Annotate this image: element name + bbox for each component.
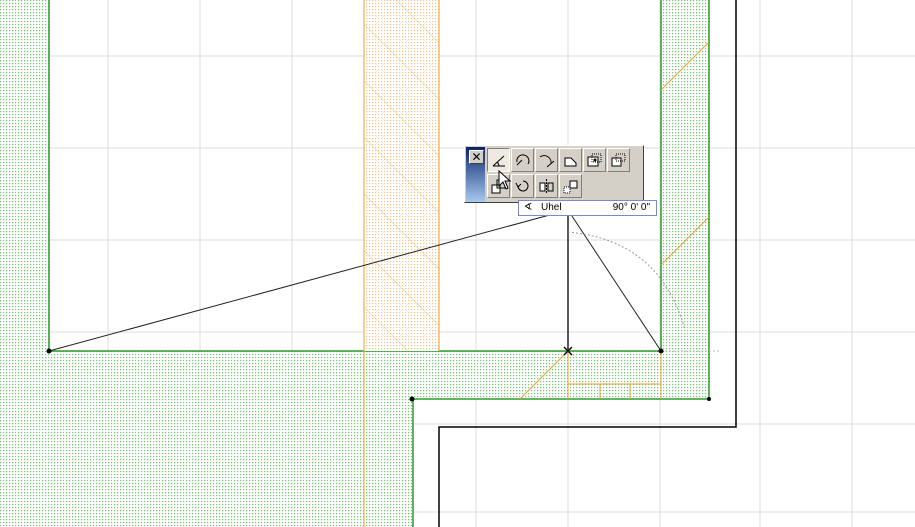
arc-icon (516, 153, 530, 165)
snap-point-icon (611, 153, 626, 166)
mirror-icon (539, 178, 554, 194)
tool-multiply[interactable] (559, 174, 582, 198)
tracker-value: 90° 0' 0" (612, 202, 650, 213)
tool-snap-center[interactable] (583, 148, 606, 172)
plan-canvas[interactable] (0, 0, 915, 527)
tool-tangent-arc[interactable] (535, 148, 558, 172)
tangent-arc-icon (539, 154, 555, 167)
offset-shape-icon (564, 157, 577, 166)
snap-center-icon (587, 153, 602, 166)
tool-rotate[interactable] (511, 174, 534, 198)
angle-arc-icon (492, 155, 505, 166)
tool-snap-point[interactable] (607, 148, 630, 172)
wall-green[interactable] (0, 0, 710, 527)
rotate-icon (515, 180, 529, 191)
tool-mirror[interactable] (535, 174, 558, 198)
tracker-box: ∢ Uhel 90° 0' 0" (518, 200, 657, 216)
tool-offset[interactable] (559, 148, 582, 172)
multiply-icon (563, 180, 578, 193)
tracker-label: Uhel (541, 202, 562, 213)
palette-titlebar[interactable]: ✕ (466, 147, 485, 202)
tool-palette[interactable]: ✕ (464, 145, 644, 203)
tool-angle[interactable] (487, 148, 510, 172)
close-icon[interactable]: ✕ (469, 150, 484, 164)
mouse-cursor-icon (498, 170, 512, 190)
tool-arc[interactable] (511, 148, 534, 172)
angle-icon: ∢ (524, 202, 533, 213)
